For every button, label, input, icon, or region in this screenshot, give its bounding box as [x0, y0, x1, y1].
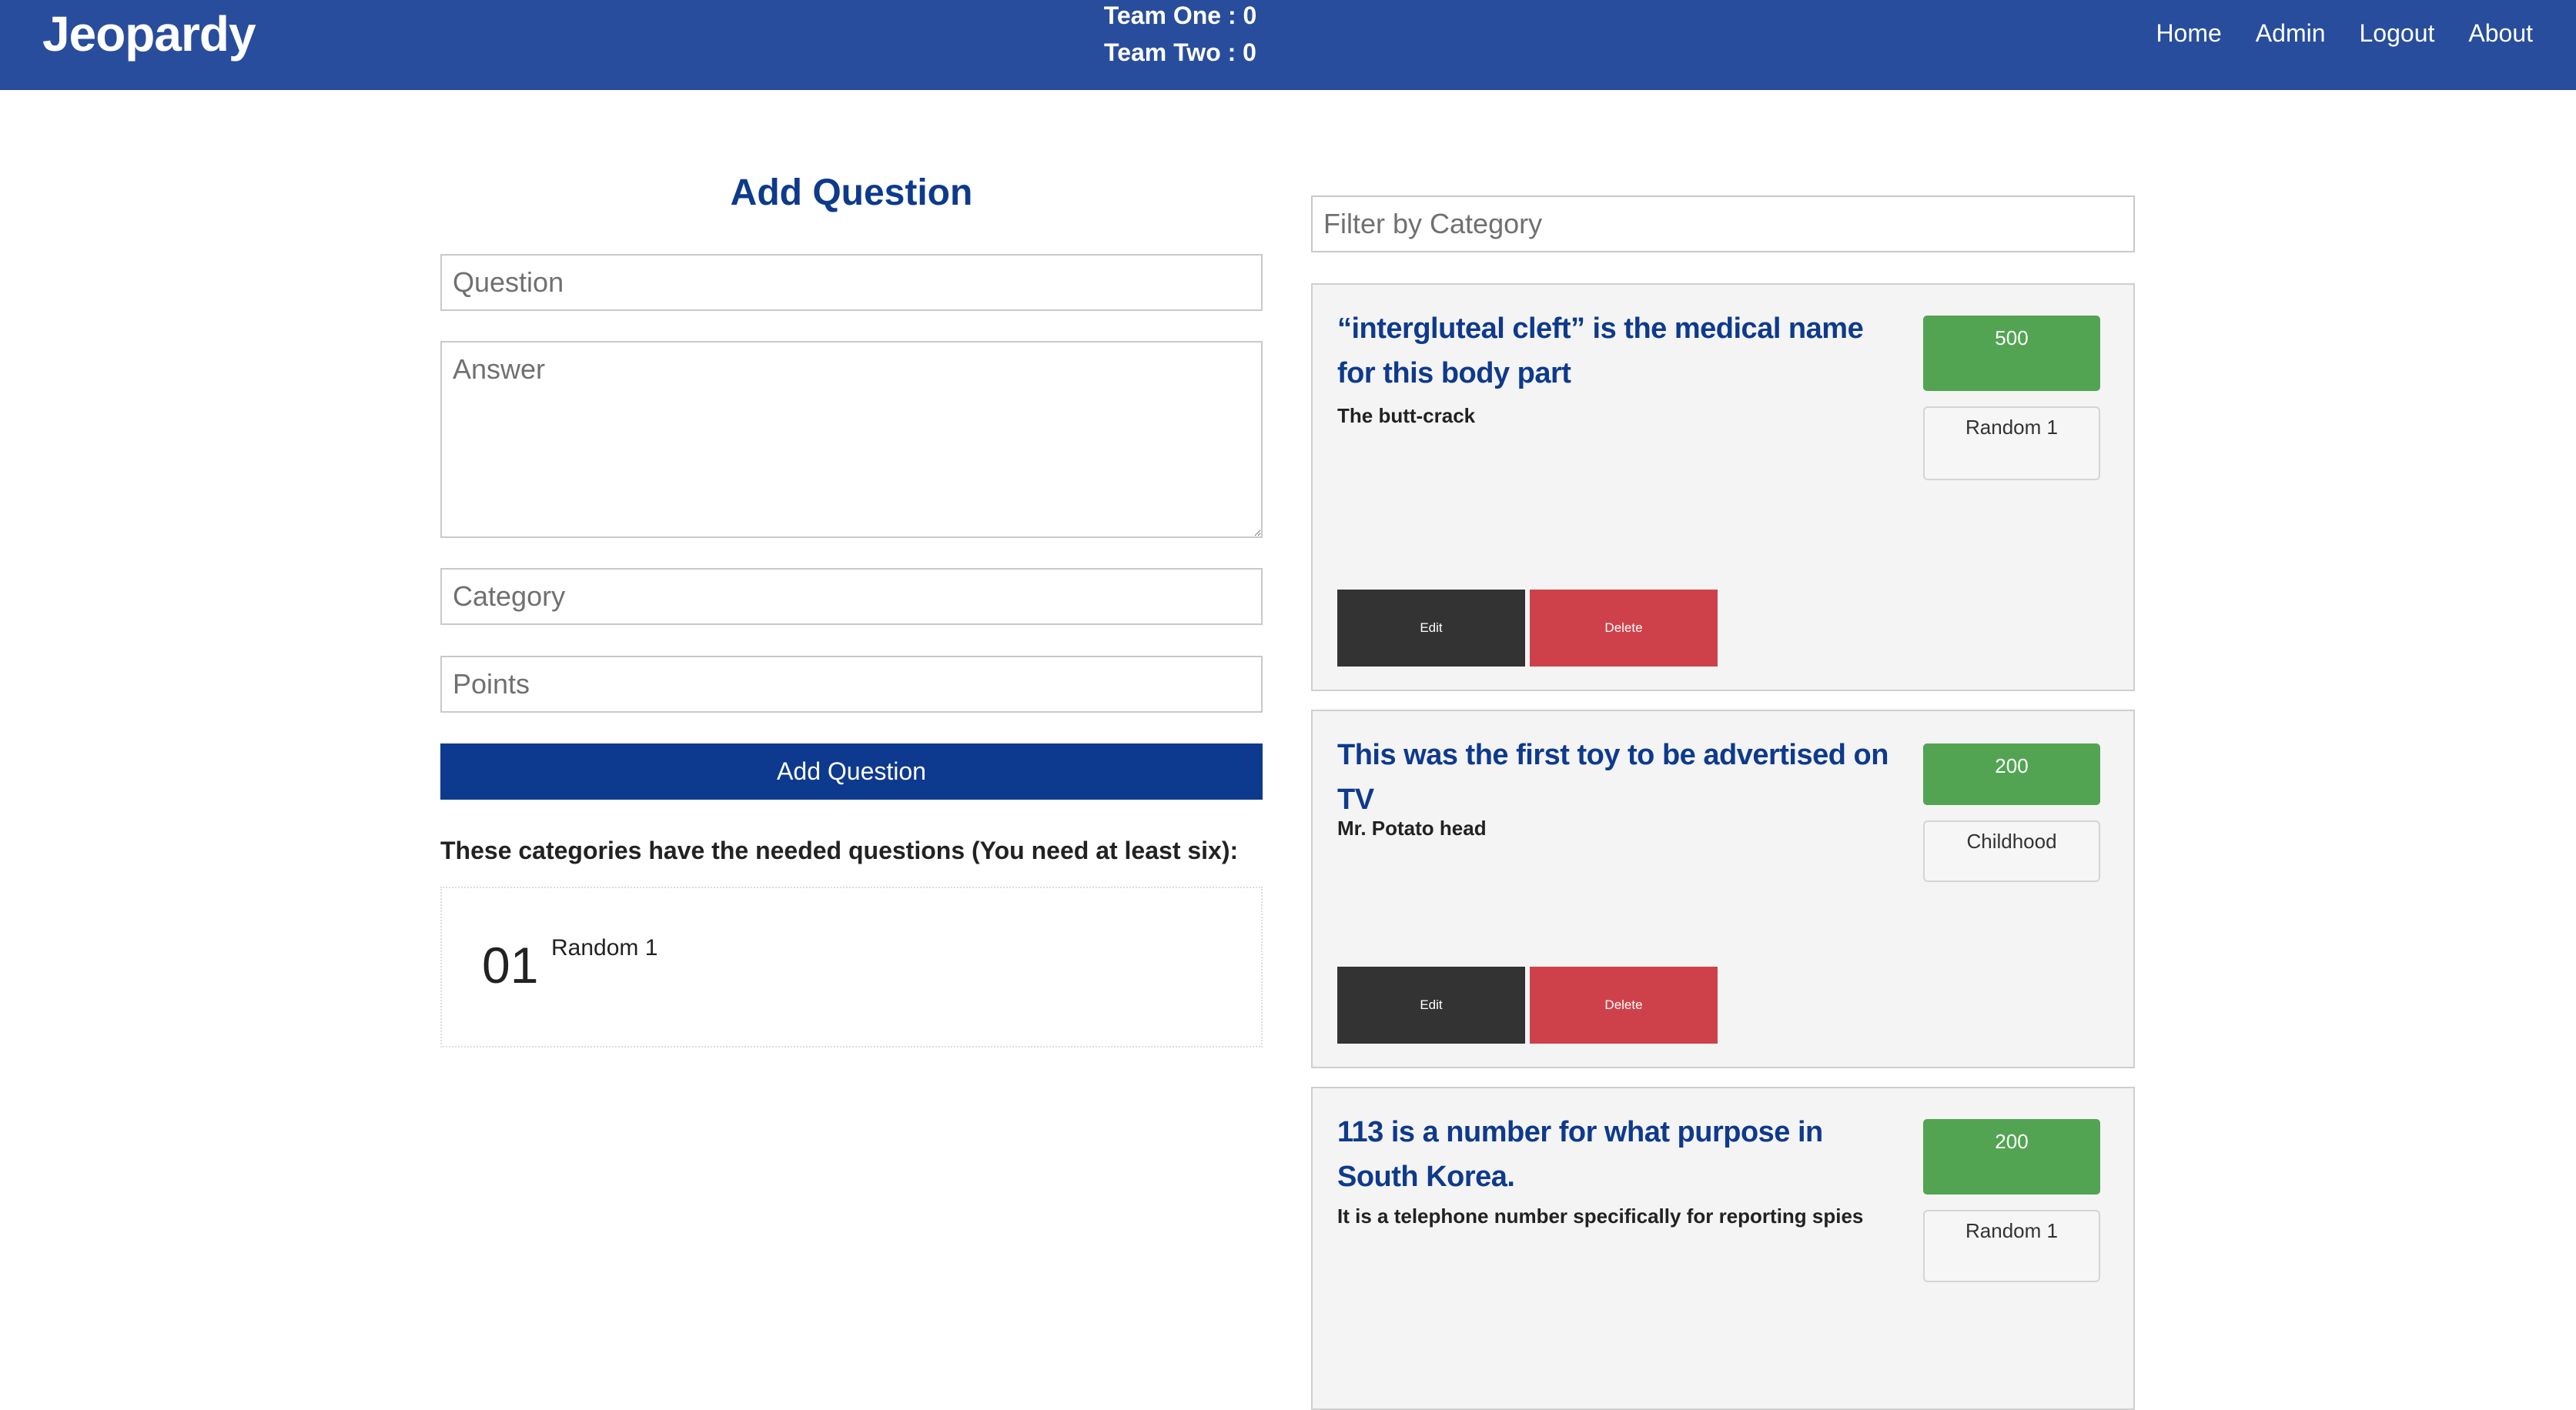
- answer-textarea[interactable]: [440, 341, 1263, 538]
- question-card: “intergluteal cleft” is the medical name…: [1311, 283, 2135, 691]
- points-badge[interactable]: 200: [1923, 1119, 2100, 1194]
- add-question-button[interactable]: Add Question: [440, 743, 1263, 800]
- card-answer: It is a telephone number specifically fo…: [1337, 1205, 1864, 1228]
- question-card: 113 is a number for what purpose in Sout…: [1311, 1087, 2135, 1410]
- card-actions: Edit Delete: [1313, 967, 1775, 1044]
- navbar: Jeopardy Team One : 0 Team Two : 0 Home …: [0, 0, 2576, 90]
- question-card: This was the first toy to be advertised …: [1311, 710, 2135, 1068]
- team-one-score: Team One : 0: [1103, 2, 1257, 29]
- category-input[interactable]: [440, 568, 1263, 625]
- form-title: Add Question: [730, 172, 973, 213]
- filter-category-input[interactable]: [1311, 195, 2135, 252]
- team-two-score: Team Two : 0: [1104, 38, 1256, 66]
- team-scores: Team One : 0 Team Two : 0: [1062, 0, 1298, 74]
- delete-button[interactable]: Delete: [1530, 967, 1718, 1044]
- points-input[interactable]: [440, 656, 1263, 713]
- card-question: 113 is a number for what purpose in Sout…: [1337, 1116, 1823, 1193]
- edit-button[interactable]: Edit: [1337, 590, 1525, 667]
- nav-link-about[interactable]: About: [2451, 14, 2533, 52]
- question-input[interactable]: [440, 254, 1263, 311]
- card-actions: Edit Delete: [1313, 590, 1775, 667]
- categories-note: These categories have the needed questio…: [440, 837, 1239, 864]
- delete-button[interactable]: Delete: [1530, 590, 1718, 667]
- category-badge[interactable]: Random 1: [1923, 1210, 2100, 1282]
- nav-link-logout[interactable]: Logout: [2343, 14, 2452, 52]
- card-answer: Mr. Potato head: [1337, 817, 1487, 840]
- card-question: “intergluteal cleft” is the medical name…: [1337, 312, 1864, 389]
- category-badge[interactable]: Childhood: [1923, 820, 2100, 882]
- categories-list: 01 Random 1: [440, 887, 1263, 1047]
- card-answer: The butt-crack: [1337, 404, 1476, 427]
- brand-logo[interactable]: Jeopardy: [42, 3, 256, 65]
- points-badge[interactable]: 200: [1923, 743, 2100, 805]
- category-badge[interactable]: Random 1: [1923, 406, 2100, 480]
- nav-link-admin[interactable]: Admin: [2239, 14, 2343, 52]
- nav-link-home[interactable]: Home: [2139, 14, 2238, 52]
- category-number: 01: [482, 937, 539, 994]
- nav-links: Home Admin Logout About: [2139, 14, 2533, 52]
- edit-button[interactable]: Edit: [1337, 967, 1525, 1044]
- card-question: This was the first toy to be advertised …: [1337, 739, 1889, 816]
- points-badge[interactable]: 500: [1923, 316, 2100, 391]
- category-name: Random 1: [551, 935, 658, 961]
